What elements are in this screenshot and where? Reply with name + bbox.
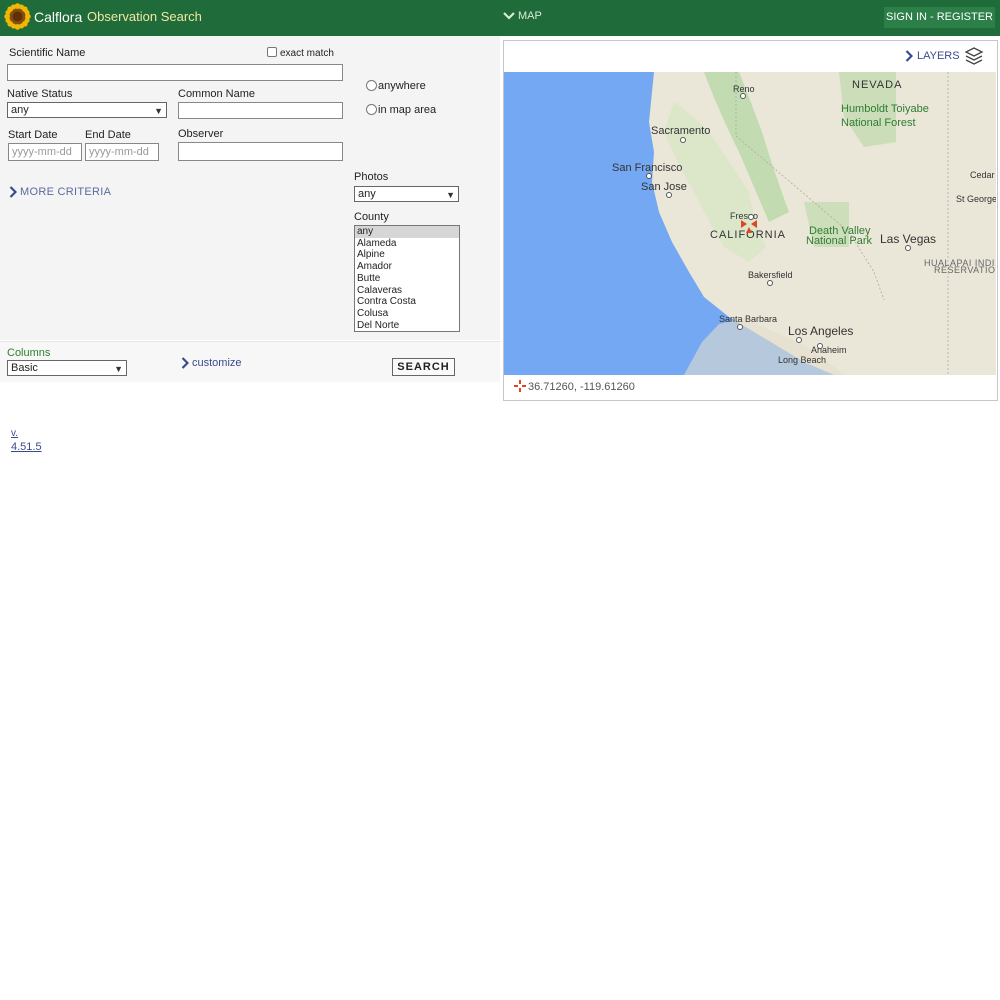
brand-name[interactable]: Calflora [34, 9, 82, 25]
county-listbox[interactable]: any Alameda Alpine Amador Butte Calavera… [354, 225, 460, 332]
city-dot [796, 337, 802, 343]
in-map-area-radio[interactable] [366, 104, 377, 115]
sign-in-register-button[interactable]: SIGN IN - REGISTER [884, 7, 995, 28]
columns-select[interactable]: Basic ▼ [7, 360, 127, 376]
county-option[interactable]: Calaveras [355, 285, 459, 297]
city-dot [740, 93, 746, 99]
page-title: Observation Search [87, 9, 202, 24]
version-prefix-link[interactable]: v. [11, 428, 18, 439]
anywhere-label: anywhere [378, 80, 426, 92]
chevron-right-icon [181, 357, 189, 369]
city-dot [666, 192, 672, 198]
map-label-anaheim: Anaheim [811, 345, 847, 355]
start-date-input[interactable] [8, 143, 82, 161]
start-date-label: Start Date [8, 129, 58, 141]
version-link[interactable]: 4.51.5 [11, 441, 42, 453]
layers-icon [964, 47, 984, 65]
photos-value: any [358, 188, 376, 200]
chevron-down-icon: ▼ [154, 106, 163, 116]
map-coordinates: 36.71260, -119.61260 [528, 381, 635, 393]
map-label-san-francisco: San Francisco [612, 162, 682, 174]
map-label-san-jose: San Jose [641, 181, 687, 193]
map-label-sacramento: Sacramento [651, 125, 710, 137]
native-status-select[interactable]: any ▼ [7, 102, 167, 118]
crosshair-icon [514, 380, 526, 392]
map-toggle-label: MAP [518, 10, 542, 22]
chevron-down-icon [503, 12, 515, 20]
city-dot [646, 173, 652, 179]
map-label-humboldt: Humboldt Toiyabe [841, 103, 929, 115]
scientific-name-label: Scientific Name [9, 47, 86, 59]
common-name-input[interactable] [178, 102, 343, 119]
chevron-down-icon: ▼ [114, 364, 123, 374]
county-option[interactable]: Amador [355, 261, 459, 273]
county-option[interactable]: Contra Costa [355, 296, 459, 308]
common-name-label: Common Name [178, 88, 256, 100]
city-dot [680, 137, 686, 143]
city-dot [737, 324, 743, 330]
city-dot [748, 214, 754, 220]
map-label-long-beach: Long Beach [778, 355, 826, 365]
county-option[interactable]: any [355, 226, 459, 238]
sunflower-logo-icon[interactable] [4, 3, 31, 30]
map-label-national-park: National Park [806, 235, 873, 247]
county-option[interactable]: Del Norte [355, 320, 459, 331]
layers-toggle[interactable]: LAYERS [905, 46, 984, 66]
photos-label: Photos [354, 171, 389, 183]
map-label-cedar-city: Cedar Ci [970, 170, 996, 180]
map-view[interactable]: NEVADA Reno Humboldt Toiyabe National Fo… [504, 72, 996, 375]
photos-select[interactable]: any ▼ [354, 186, 459, 202]
native-status-label: Native Status [7, 88, 73, 100]
anywhere-radio[interactable] [366, 80, 377, 91]
native-status-value: any [11, 104, 29, 116]
map-label-st-george: St George [956, 194, 996, 204]
more-criteria-label: MORE CRITERIA [20, 186, 112, 198]
app-header: Calflora Observation Search MAP SIGN IN … [0, 0, 1000, 36]
layers-label: LAYERS [917, 50, 960, 62]
map-label-bakersfield: Bakersfield [748, 270, 793, 280]
county-option[interactable]: Colusa [355, 308, 459, 320]
observer-input[interactable] [178, 142, 343, 161]
county-option[interactable]: Alpine [355, 249, 459, 261]
map-label-los-angeles: Los Angeles [788, 324, 853, 338]
chevron-right-icon [9, 186, 17, 198]
end-date-label: End Date [85, 129, 131, 141]
map-label-national-forest: National Forest [841, 117, 916, 129]
chevron-right-icon [905, 50, 913, 62]
more-criteria-link[interactable]: MORE CRITERIA [9, 186, 111, 198]
columns-label: Columns [7, 347, 51, 359]
scientific-name-input[interactable] [7, 64, 343, 81]
exact-match-label: exact match [280, 48, 334, 59]
city-dot [905, 245, 911, 251]
city-dot [817, 343, 823, 349]
map-canvas[interactable]: NEVADA Reno Humboldt Toiyabe National Fo… [504, 72, 996, 375]
map-toggle[interactable]: MAP [503, 10, 542, 22]
search-button[interactable]: SEARCH [392, 358, 455, 376]
end-date-input[interactable] [85, 143, 159, 161]
map-label-las-vegas: Las Vegas [880, 232, 936, 246]
customize-label: customize [192, 357, 242, 369]
map-label-nevada: NEVADA [852, 79, 902, 91]
county-label: County [354, 211, 389, 223]
city-dot [767, 280, 773, 286]
map-label-santa-barbara: Santa Barbara [719, 314, 777, 324]
columns-value: Basic [11, 362, 38, 374]
map-label-reservation: RESERVATIO [934, 265, 996, 275]
county-option[interactable]: Alameda [355, 238, 459, 250]
map-label-reno: Reno [733, 84, 755, 94]
exact-match-checkbox[interactable] [267, 47, 277, 57]
county-option[interactable]: Butte [355, 273, 459, 285]
customize-link[interactable]: customize [181, 357, 242, 369]
chevron-down-icon: ▼ [446, 190, 455, 200]
in-map-area-label: in map area [378, 104, 437, 116]
observer-label: Observer [178, 128, 224, 140]
